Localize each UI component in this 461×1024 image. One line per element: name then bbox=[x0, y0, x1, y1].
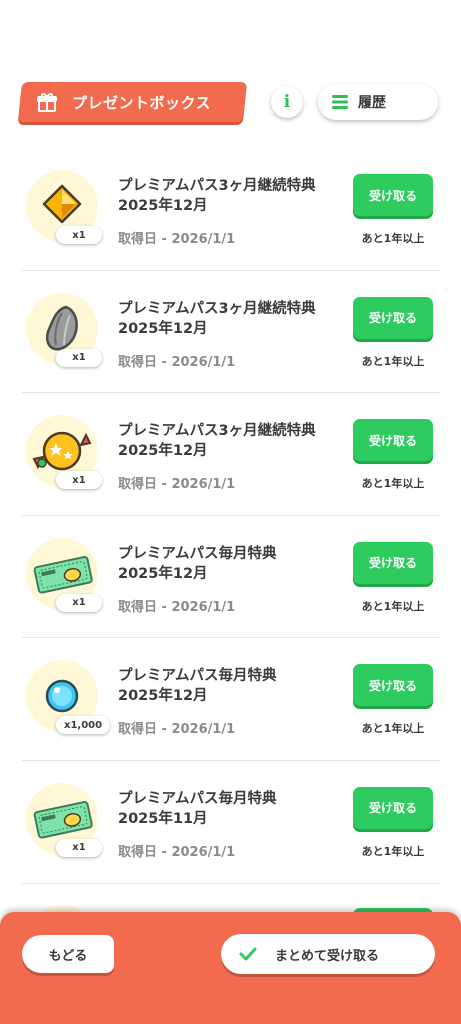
back-button[interactable]: もどる bbox=[22, 935, 114, 973]
quantity-badge: x1 bbox=[56, 593, 102, 612]
acquired-date: 取得日 - 2026/1/1 bbox=[118, 477, 236, 493]
info-button[interactable]: i bbox=[271, 86, 303, 118]
remaining-time: あと1年以上 bbox=[361, 477, 425, 491]
acquired-date: 取得日 - 2026/1/1 bbox=[118, 232, 236, 247]
quantity-badge: x1 bbox=[56, 348, 102, 367]
receive-all-button[interactable]: まとめて受け取る bbox=[221, 934, 435, 974]
receive-button[interactable]: 受け取る bbox=[353, 296, 433, 339]
present-box-title-tab: プレゼントボックス bbox=[17, 82, 248, 122]
info-icon: i bbox=[283, 92, 291, 112]
receive-button[interactable]: 受け取る bbox=[353, 664, 433, 707]
item-name: プレミアムパス3ヶ月継続特典 2025年12月 bbox=[118, 423, 316, 460]
history-button[interactable]: 履歴 bbox=[318, 84, 438, 120]
receive-button[interactable]: 受け取る bbox=[353, 786, 433, 829]
page-title: プレゼントボックス bbox=[72, 93, 212, 112]
acquired-date: 取得日 - 2026/1/1 bbox=[118, 599, 236, 615]
item-name: プレミアムパス毎月特典 2025年12月 bbox=[118, 668, 277, 705]
quantity-badge: x1 bbox=[56, 471, 102, 490]
remaining-time: あと1年以上 bbox=[361, 722, 425, 736]
receive-button[interactable]: 受け取る bbox=[353, 541, 433, 584]
list-item: x1 プレミアムパス3ヶ月継続特典 2025年12月 取得日 - 2026/1/… bbox=[22, 148, 440, 271]
header: プレゼントボックス i 履歴 bbox=[0, 80, 461, 124]
list-item: x1 プレミアムパス3ヶ月継続特典 2025年12月 取得日 - 2026/1/… bbox=[22, 271, 440, 394]
receive-all-label: まとめて受け取る bbox=[275, 948, 380, 964]
present-list: x1 プレミアムパス3ヶ月継続特典 2025年12月 取得日 - 2026/1/… bbox=[22, 148, 440, 884]
history-label: 履歴 bbox=[358, 95, 386, 111]
item-name: プレミアムパス毎月特典 2025年12月 bbox=[118, 545, 277, 582]
remaining-time: あと1年以上 bbox=[361, 599, 425, 613]
list-item: x1 プレミアムパス毎月特典 2025年11月 取得日 - 2026/1/1 受… bbox=[22, 761, 440, 884]
item-name: プレミアムパス毎月特典 2025年11月 bbox=[118, 790, 277, 827]
footer-bar: もどる まとめて受け取る bbox=[0, 912, 461, 1024]
remaining-time: あと1年以上 bbox=[361, 232, 425, 245]
acquired-date: 取得日 - 2026/1/1 bbox=[118, 354, 236, 370]
list-item: x1 プレミアムパス3ヶ月継続特典 2025年12月 取得日 - 2026/1/… bbox=[22, 393, 440, 516]
quantity-badge: x1 bbox=[56, 838, 102, 857]
checkmark-icon bbox=[239, 947, 257, 961]
receive-button[interactable]: 受け取る bbox=[353, 174, 433, 216]
list-icon bbox=[332, 95, 348, 109]
acquired-date: 取得日 - 2026/1/1 bbox=[118, 844, 236, 860]
acquired-date: 取得日 - 2026/1/1 bbox=[118, 722, 236, 738]
gift-icon bbox=[37, 93, 58, 112]
quantity-badge: x1 bbox=[56, 226, 102, 244]
receive-button[interactable]: 受け取る bbox=[353, 419, 433, 462]
list-item: x1 プレミアムパス毎月特典 2025年12月 取得日 - 2026/1/1 受… bbox=[22, 516, 440, 639]
quantity-badge: x1,000 bbox=[56, 716, 111, 735]
remaining-time: あと1年以上 bbox=[361, 844, 425, 858]
remaining-time: あと1年以上 bbox=[361, 354, 425, 368]
item-name: プレミアムパス3ヶ月継続特典 2025年12月 bbox=[118, 178, 316, 214]
item-name: プレミアムパス3ヶ月継続特典 2025年12月 bbox=[118, 300, 316, 337]
list-item: x1,000 プレミアムパス毎月特典 2025年12月 取得日 - 2026/1… bbox=[22, 638, 440, 761]
